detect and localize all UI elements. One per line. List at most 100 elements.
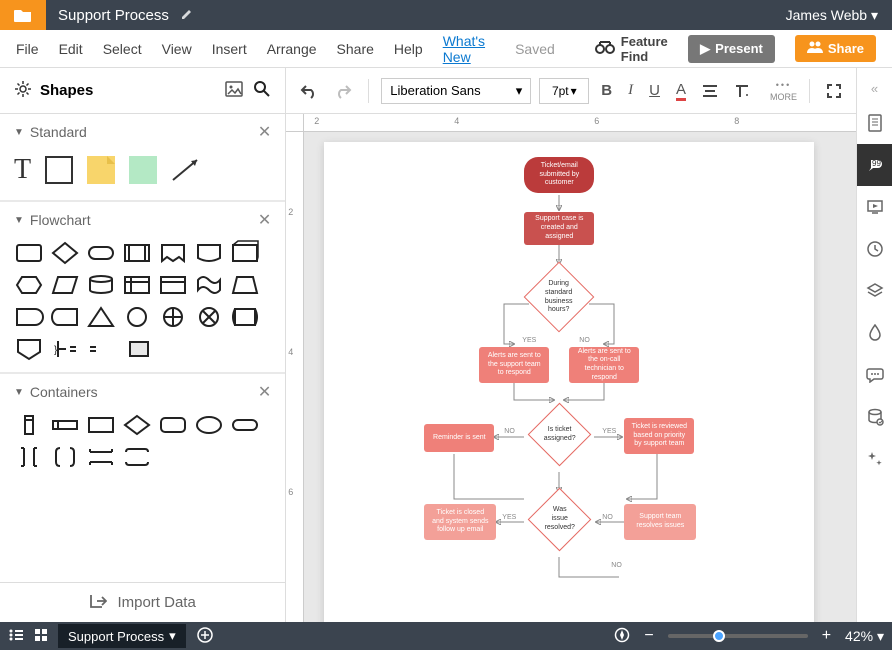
- menu-select[interactable]: Select: [103, 41, 142, 57]
- grid-view-icon[interactable]: [34, 628, 48, 645]
- container-shape[interactable]: [86, 412, 116, 438]
- text-options-button[interactable]: [730, 79, 754, 103]
- align-button[interactable]: [698, 80, 722, 102]
- flowchart-shape[interactable]: [158, 272, 188, 298]
- present-pane-icon[interactable]: [857, 186, 892, 228]
- paint-icon[interactable]: [857, 312, 892, 354]
- edit-title-icon[interactable]: [181, 8, 193, 23]
- flowchart-shape[interactable]: [50, 240, 80, 266]
- redo-button[interactable]: [330, 79, 356, 103]
- layers-icon[interactable]: [857, 270, 892, 312]
- font-size-select[interactable]: 7pt ▾: [539, 78, 589, 104]
- flow-node-resolves[interactable]: Support team resolves issues: [624, 504, 696, 540]
- flowchart-shape[interactable]: [122, 336, 152, 362]
- search-icon[interactable]: [253, 80, 271, 101]
- flowchart-shape[interactable]: [194, 240, 224, 266]
- zoom-out-button[interactable]: −: [640, 627, 657, 645]
- close-icon[interactable]: ✕: [258, 210, 271, 230]
- flowchart-shape[interactable]: [86, 304, 116, 330]
- sparkle-icon[interactable]: [857, 438, 892, 480]
- container-shape[interactable]: [122, 444, 152, 470]
- flowchart-shape[interactable]: [230, 272, 260, 298]
- container-shape[interactable]: [14, 444, 44, 470]
- collapse-rail-button[interactable]: «: [857, 74, 892, 102]
- history-icon[interactable]: [857, 228, 892, 270]
- flow-node-closed[interactable]: Ticket is closed and system sends follow…: [424, 504, 496, 540]
- flowchart-shape[interactable]: [158, 304, 188, 330]
- feature-find[interactable]: Feature Find: [595, 34, 668, 64]
- menu-share[interactable]: Share: [337, 41, 374, 57]
- flowchart-shape[interactable]: [122, 240, 152, 266]
- note-shape[interactable]: [87, 156, 115, 184]
- undo-button[interactable]: [296, 79, 322, 103]
- flowchart-shape[interactable]: [86, 272, 116, 298]
- flowchart-shape[interactable]: [158, 240, 188, 266]
- flowchart-shape[interactable]: }: [50, 336, 80, 362]
- underline-button[interactable]: U: [645, 78, 664, 103]
- flow-node-alert-team[interactable]: Alerts are sent to the support team to r…: [479, 347, 549, 383]
- container-shape[interactable]: [158, 412, 188, 438]
- zoom-level[interactable]: 42% ▾: [845, 628, 884, 645]
- fullscreen-button[interactable]: [822, 79, 846, 103]
- flowchart-shape[interactable]: [122, 272, 152, 298]
- gear-icon[interactable]: [14, 80, 32, 101]
- flowchart-shape[interactable]: [230, 304, 260, 330]
- flowchart-shape[interactable]: [14, 304, 44, 330]
- flowchart-shape[interactable]: [230, 240, 260, 266]
- menu-whats-new[interactable]: What's New: [443, 33, 495, 65]
- flowchart-shape[interactable]: [14, 336, 44, 362]
- more-button[interactable]: •••MORE: [770, 80, 797, 102]
- share-button[interactable]: Share: [795, 35, 876, 62]
- menu-edit[interactable]: Edit: [59, 41, 83, 57]
- container-shape[interactable]: [50, 412, 80, 438]
- container-shape[interactable]: [230, 412, 260, 438]
- block-shape[interactable]: [45, 156, 73, 184]
- container-shape[interactable]: [194, 412, 224, 438]
- flow-node-reviewed[interactable]: Ticket is reviewed based on priority by …: [624, 418, 694, 454]
- folder-icon[interactable]: [0, 0, 46, 30]
- menu-arrange[interactable]: Arrange: [267, 41, 317, 57]
- close-icon[interactable]: ✕: [258, 382, 271, 402]
- container-shape[interactable]: [122, 412, 152, 438]
- flowchart-shape[interactable]: [86, 240, 116, 266]
- hotspot-shape[interactable]: [129, 156, 157, 184]
- section-standard[interactable]: ▼ Standard ✕: [0, 114, 285, 148]
- flow-node-start[interactable]: Ticket/email submitted by customer: [524, 157, 594, 193]
- canvas[interactable]: Ticket/email submitted by customer Suppo…: [304, 132, 856, 622]
- italic-button[interactable]: I: [624, 78, 637, 103]
- image-icon[interactable]: [225, 81, 243, 100]
- flowchart-shape[interactable]: [194, 272, 224, 298]
- flowchart-shape[interactable]: [50, 304, 80, 330]
- container-shape[interactable]: [86, 444, 116, 470]
- navigator-icon[interactable]: [614, 627, 630, 646]
- present-button[interactable]: ▶Present: [688, 35, 775, 63]
- container-shape[interactable]: [14, 412, 44, 438]
- close-icon[interactable]: ✕: [258, 122, 271, 142]
- add-page-button[interactable]: [196, 626, 214, 647]
- bold-button[interactable]: B: [597, 78, 616, 103]
- menu-view[interactable]: View: [162, 41, 192, 57]
- section-flowchart[interactable]: ▼ Flowchart ✕: [0, 202, 285, 236]
- user-menu[interactable]: James Webb ▾: [772, 7, 892, 24]
- data-icon[interactable]: [857, 396, 892, 438]
- font-select[interactable]: Liberation Sans▾: [381, 78, 531, 104]
- page-tab[interactable]: Support Process ▾: [58, 624, 186, 648]
- document-title[interactable]: Support Process: [46, 7, 181, 24]
- flow-node-reminder[interactable]: Reminder is sent: [424, 424, 494, 452]
- menu-insert[interactable]: Insert: [212, 41, 247, 57]
- section-containers[interactable]: ▼ Containers ✕: [0, 374, 285, 408]
- chat-icon[interactable]: [857, 354, 892, 396]
- text-color-button[interactable]: A: [672, 77, 690, 105]
- text-shape[interactable]: T: [14, 154, 31, 186]
- comments-icon[interactable]: 99: [857, 144, 892, 186]
- flow-node-alert-oncall[interactable]: Alerts are sent to the on-call technicia…: [569, 347, 639, 383]
- flowchart-shape[interactable]: [14, 272, 44, 298]
- flowchart-shape[interactable]: {: [86, 336, 116, 362]
- menu-file[interactable]: File: [16, 41, 39, 57]
- import-data-button[interactable]: Import Data: [0, 582, 285, 622]
- menu-help[interactable]: Help: [394, 41, 423, 57]
- line-shape[interactable]: [171, 156, 203, 184]
- context-pane-icon[interactable]: [857, 102, 892, 144]
- outline-view-icon[interactable]: [8, 628, 24, 645]
- flow-node-create[interactable]: Support case is created and assigned: [524, 212, 594, 245]
